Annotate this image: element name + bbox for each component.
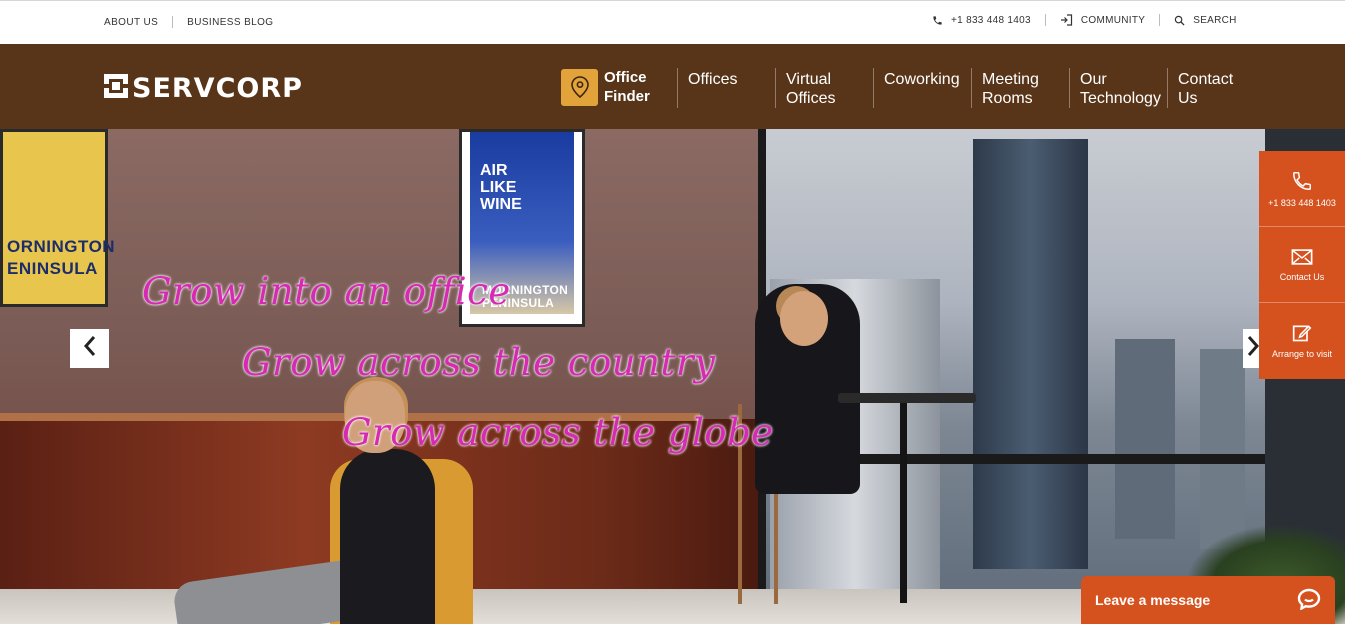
search-icon (1174, 15, 1185, 26)
nav-item-coworking[interactable]: Coworking (873, 68, 971, 108)
hero-carousel: ORNINGTON ENINSULA AIR LIKE WINE MORNING… (0, 129, 1345, 624)
nav-item-virtual-offices[interactable]: Virtual Offices (775, 68, 873, 108)
utility-actions: +1 833 448 1403 COMMUNITY SEARCH (932, 14, 1237, 26)
edit-icon (1292, 323, 1312, 345)
hero-photo-person-seated (340, 449, 435, 624)
phone-number: +1 833 448 1403 (951, 14, 1031, 26)
chevron-right-icon (1246, 335, 1260, 362)
hero-photo-head (780, 291, 828, 346)
side-contact-button[interactable]: Contact Us (1259, 227, 1345, 303)
nav-item-offices[interactable]: Offices (677, 68, 775, 108)
side-phone-button[interactable]: +1 833 448 1403 (1259, 151, 1345, 227)
divider (1044, 14, 1046, 26)
hero-photo-window-ledge (830, 454, 1265, 464)
side-contact-panel: +1 833 448 1403 Contact Us Arrange to vi… (1259, 151, 1345, 379)
map-pin-icon (561, 68, 598, 106)
about-us-link[interactable]: ABOUT US (104, 17, 158, 28)
hero-slogan-line: Grow into an office (142, 270, 511, 313)
login-icon (1060, 14, 1073, 26)
envelope-icon (1291, 248, 1313, 268)
phone-icon (932, 15, 943, 26)
hero-poster-left: ORNINGTON ENINSULA (0, 129, 115, 307)
hero-photo-table-leg (900, 403, 907, 603)
nav-item-meeting-rooms[interactable]: Meeting Rooms (971, 68, 1069, 108)
divider (1159, 14, 1161, 26)
chat-label: Leave a message (1095, 592, 1211, 608)
office-finder-label: Office Finder (604, 69, 650, 105)
hero-slogan-line: Grow across the country (242, 341, 716, 384)
community-link[interactable]: COMMUNITY (1060, 14, 1145, 26)
hero-photo-building (1200, 349, 1245, 549)
logo-wordmark: SERVCORP (132, 72, 303, 104)
divider (172, 16, 174, 28)
utility-links: ABOUT US BUSINESS BLOG (104, 16, 273, 28)
poster-right-top-text: AIR LIKE WINE (480, 162, 522, 213)
phone-icon (1291, 170, 1313, 194)
chevron-left-icon (83, 335, 97, 362)
hero-photo-table (838, 393, 976, 403)
nav-item-our-technology[interactable]: Our Technology (1069, 68, 1167, 108)
side-phone-label: +1 833 448 1403 (1268, 197, 1336, 208)
logo-mark-icon (104, 74, 128, 103)
hero-photo-tower (973, 139, 1088, 569)
hero-photo-building (1115, 339, 1175, 539)
side-visit-label: Arrange to visit (1271, 349, 1333, 359)
poster-left-text: ORNINGTON ENINSULA (7, 237, 116, 278)
community-label: COMMUNITY (1080, 14, 1146, 26)
side-contact-label: Contact Us (1279, 271, 1325, 282)
main-navigation: SERVCORP Office Finder Offices Virtual O… (0, 44, 1345, 129)
nav-items: Office Finder Offices Virtual Offices Co… (561, 68, 1249, 108)
business-blog-link[interactable]: BUSINESS BLOG (187, 17, 273, 28)
search-link[interactable]: SEARCH (1174, 15, 1236, 26)
side-visit-button[interactable]: Arrange to visit (1259, 303, 1345, 379)
search-label: SEARCH (1193, 14, 1237, 26)
leave-message-chat-widget[interactable]: Leave a message (1081, 576, 1335, 624)
servcorp-logo[interactable]: SERVCORP (104, 74, 303, 103)
phone-link[interactable]: +1 833 448 1403 (932, 15, 1031, 26)
chat-bubble-icon (1297, 588, 1321, 613)
hero-slogan-line: Grow across the globe (342, 411, 774, 454)
utility-bar: ABOUT US BUSINESS BLOG +1 833 448 1403 C… (0, 0, 1345, 44)
nav-item-contact-us[interactable]: Contact Us (1167, 68, 1249, 108)
office-finder-button[interactable]: Office Finder (561, 68, 677, 106)
carousel-prev-button[interactable] (70, 329, 109, 368)
